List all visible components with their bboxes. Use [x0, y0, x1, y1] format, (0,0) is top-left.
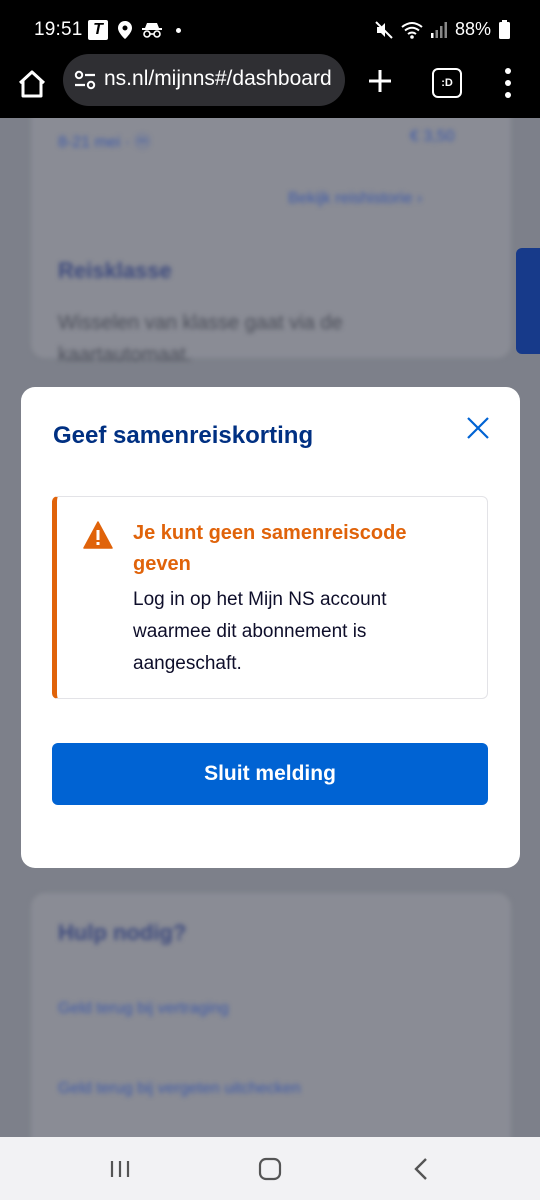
status-bar: 19:51 T 88% [0, 0, 540, 60]
more-menu-icon[interactable] [496, 65, 520, 101]
address-bar[interactable]: ns.nl/mijnns#/dashboard [63, 54, 345, 106]
alert-body: Log in op het Mijn NS account waarmee di… [133, 589, 387, 674]
samenreiskorting-modal: Geef samenreiskorting Je kunt geen samen… [21, 387, 520, 868]
modal-title: Geef samenreiskorting [53, 422, 314, 449]
background-help-title: Hulp nodig? [58, 920, 187, 945]
tab-switcher-button[interactable]: :D [432, 68, 462, 98]
background-row-text: 8-21 mei · ⓜ [58, 134, 151, 151]
feedback-tab [516, 248, 540, 354]
new-tab-icon[interactable] [364, 65, 396, 97]
incognito-icon [142, 23, 162, 38]
wifi-icon [401, 21, 423, 39]
background-help-link-2: Geld terug bij vergeten uitchecken [58, 1080, 301, 1097]
close-icon[interactable] [465, 415, 491, 441]
t-app-icon: T [88, 20, 108, 40]
close-notification-button[interactable]: Sluit melding [52, 743, 488, 805]
notification-dot [176, 27, 181, 33]
background-section-text-1: Wisselen van klasse gaat via de [58, 312, 343, 334]
recent-apps-icon[interactable] [104, 1155, 136, 1183]
mute-icon [375, 20, 393, 39]
alert-title: Je kunt geen samenreiscode geven [133, 522, 407, 575]
system-nav-bar [0, 1137, 540, 1200]
back-icon[interactable] [406, 1155, 438, 1183]
site-settings-icon[interactable] [73, 68, 97, 92]
background-row-price: € 3,50 [410, 128, 455, 145]
signal-icon [430, 21, 447, 38]
url-text[interactable]: ns.nl/mijnns#/dashboard [104, 67, 332, 91]
background-help-link-1: Geld terug bij vertraging [58, 1000, 229, 1017]
status-time: 19:51 [34, 19, 83, 40]
background-section-text-2: kaartautomaat. [58, 344, 192, 366]
browser-toolbar: ns.nl/mijnns#/dashboard :D [0, 54, 540, 118]
home-nav-icon[interactable] [254, 1155, 286, 1183]
background-link-more: Bekijk reishistorie › [288, 190, 423, 207]
warning-alert: Je kunt geen samenreiscode geven Log in … [52, 496, 488, 699]
battery-percent: 88% [454, 19, 491, 39]
location-icon [118, 21, 132, 39]
background-section-title: Reisklasse [58, 258, 172, 283]
home-icon[interactable] [16, 68, 48, 100]
warning-icon [83, 521, 113, 549]
battery-icon [499, 20, 510, 39]
